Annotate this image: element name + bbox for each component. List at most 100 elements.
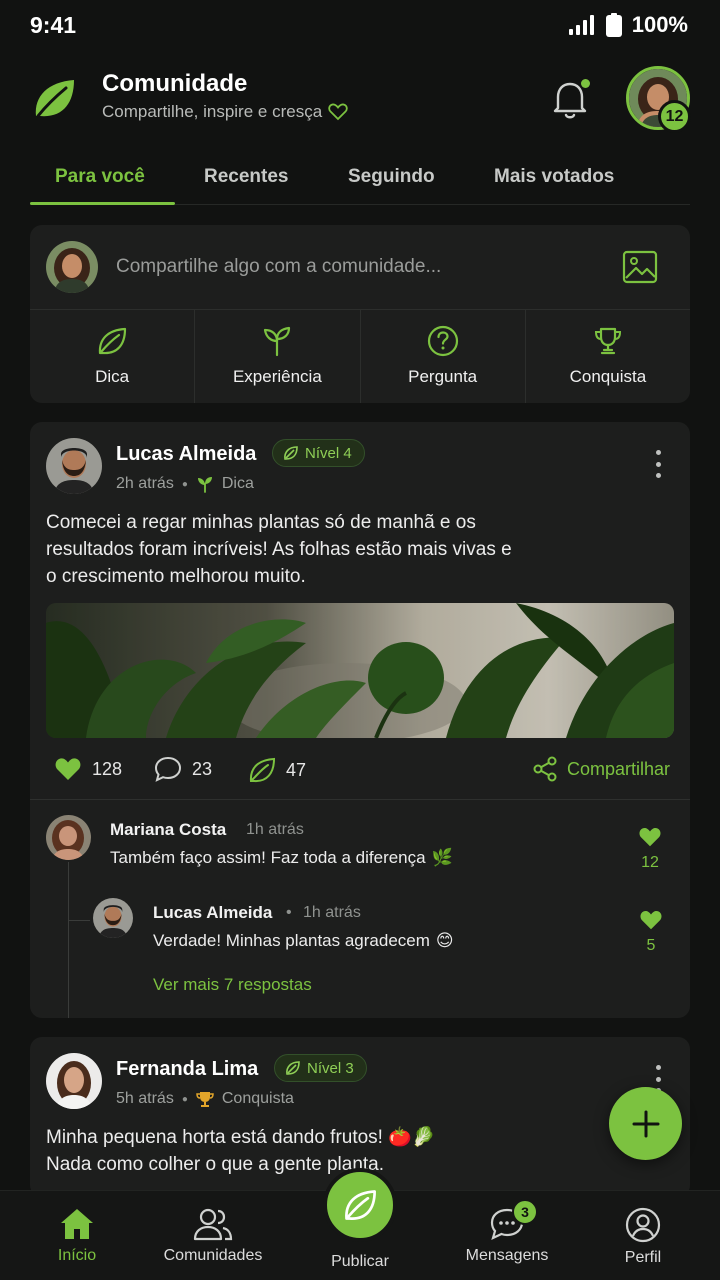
- action-dica-button[interactable]: Dica: [30, 310, 196, 403]
- app-subtitle: Compartilhe, inspire e cresça: [102, 102, 348, 122]
- action-experiencia-label: Experiência: [232, 367, 322, 386]
- tabs-divider: [175, 204, 690, 205]
- reply-avatar[interactable]: [93, 898, 133, 938]
- post-meta: 2h atrás ● Dica: [116, 475, 254, 493]
- nav-comunidades-label: Comunidades: [163, 1247, 263, 1264]
- more-options-button[interactable]: [650, 450, 666, 478]
- signal-icon: [568, 15, 594, 35]
- users-icon: [193, 1208, 233, 1241]
- leaf-badge-icon: [284, 446, 298, 460]
- notification-dot: [581, 79, 590, 88]
- like-button[interactable]: 128: [54, 756, 122, 782]
- reply-like-count: 5: [646, 937, 656, 954]
- comment-text-body: Também faço assim! Faz toda a diferença: [110, 848, 426, 867]
- reply-separator: •: [286, 904, 292, 921]
- home-icon: [61, 1209, 93, 1239]
- thread-line: [68, 862, 69, 1018]
- comment-author[interactable]: Mariana Costa: [110, 820, 226, 840]
- reply-like-button[interactable]: 5: [636, 909, 666, 955]
- heart-outline-icon: [328, 103, 348, 121]
- post-author-avatar[interactable]: [46, 1053, 102, 1109]
- leaf-icon: [99, 327, 127, 355]
- status-bar: 9:41 100%: [0, 0, 720, 52]
- nav-inicio[interactable]: Início: [12, 1191, 142, 1280]
- leaf-badge-icon: [286, 1061, 300, 1075]
- more-replies-link[interactable]: Ver mais 7 respostas: [153, 975, 312, 995]
- trophy-icon: [594, 327, 621, 355]
- post-composer: Compartilhe algo com a comunidade... Dic…: [30, 225, 690, 403]
- post-stats: 128 23 47 Compartilhar: [46, 752, 674, 788]
- herb-emoji: 🌿: [431, 848, 453, 867]
- reply-author[interactable]: Lucas Almeida: [153, 903, 272, 923]
- new-post-fab[interactable]: [609, 1087, 682, 1160]
- nav-publicar-label: Publicar: [331, 1253, 389, 1270]
- plus-icon: [632, 1110, 659, 1137]
- sprout-small-icon: [197, 477, 212, 493]
- nav-perfil[interactable]: Perfil: [578, 1191, 708, 1280]
- share-label: Compartilhar: [566, 758, 670, 779]
- tab-para-voce[interactable]: Para você: [55, 166, 145, 188]
- tab-recentes[interactable]: Recentes: [204, 166, 289, 188]
- heart-filled-icon: [639, 827, 661, 847]
- like-count: 128: [92, 758, 123, 779]
- post-divider: [30, 799, 690, 800]
- post-image[interactable]: [46, 603, 674, 738]
- level-badge-text: Nível 4: [305, 444, 352, 462]
- leaf-count: 47: [286, 759, 307, 780]
- action-pergunta-label: Pergunta: [408, 367, 478, 386]
- composer-actions: Dica Experiência Pergunta Conquista: [30, 310, 690, 403]
- app-header: Comunidade Compartilhe, inspire e cresça…: [0, 60, 720, 140]
- smile-emoji: 😊: [435, 931, 454, 950]
- post-text-line-2: Nada como colher o que a gente planta.: [46, 1154, 385, 1175]
- sprout-icon: [264, 326, 291, 357]
- composer-input[interactable]: Compartilhe algo com a comunidade...: [116, 256, 441, 278]
- reply-time: 1h atrás: [303, 904, 361, 921]
- action-conquista-button[interactable]: Conquista: [526, 310, 690, 403]
- level-badge-text: Nível 3: [307, 1059, 354, 1077]
- app-subtitle-text: Compartilhe, inspire e cresça: [102, 102, 323, 121]
- nav-mensagens-label: Mensagens: [465, 1247, 549, 1264]
- comment-count: 23: [192, 758, 213, 779]
- tab-mais-votados[interactable]: Mais votados: [494, 166, 614, 188]
- reply-text-body: Verdade! Minhas plantas agradecem: [153, 931, 430, 950]
- commenter-avatar[interactable]: [46, 815, 91, 860]
- image-upload-icon[interactable]: [622, 249, 658, 285]
- post-author-avatar[interactable]: [46, 438, 102, 494]
- thread-branch: [68, 920, 90, 921]
- trophy-small-icon: [196, 1092, 214, 1107]
- status-indicators: 100%: [568, 12, 688, 38]
- heart-filled-icon: [640, 910, 662, 930]
- post-author-name[interactable]: Lucas Almeida: [116, 443, 256, 466]
- app-title: Comunidade: [102, 70, 248, 97]
- post-meta: 5h atrás ● Conquista: [116, 1090, 294, 1107]
- profile-icon: [625, 1207, 661, 1243]
- bottom-navigation: Início Comunidades Publicar Mensagens 3: [0, 1168, 720, 1280]
- action-conquista-label: Conquista: [569, 367, 647, 386]
- level-badge: Nível 4: [272, 439, 365, 467]
- tab-seguindo[interactable]: Seguindo: [348, 166, 435, 188]
- question-icon: [427, 325, 458, 357]
- user-level-badge: 12: [658, 100, 691, 133]
- leaf-logo-icon: [35, 80, 74, 118]
- action-experiencia-button[interactable]: Experiência: [195, 310, 361, 403]
- messages-badge: 3: [512, 1199, 538, 1225]
- post-time: 5h atrás: [116, 1090, 174, 1107]
- post-text: Minha pequena horta está dando frutos! 🍅…: [46, 1124, 606, 1178]
- post-author-name[interactable]: Fernanda Lima: [116, 1058, 258, 1081]
- nav-publicar[interactable]: Publicar: [295, 1191, 425, 1280]
- battery-icon: [605, 13, 622, 37]
- action-pergunta-button[interactable]: Pergunta: [361, 310, 526, 403]
- action-dica-label: Dica: [95, 367, 130, 386]
- nav-perfil-label: Perfil: [624, 1249, 662, 1266]
- leaf-react-button[interactable]: 47: [248, 756, 306, 784]
- composer-avatar: [46, 241, 98, 293]
- share-button[interactable]: Compartilhar: [533, 756, 670, 782]
- level-badge: Nível 3: [274, 1054, 367, 1082]
- feed-tabs: Para você Recentes Seguindo Mais votados: [30, 150, 690, 208]
- nav-comunidades[interactable]: Comunidades: [148, 1191, 278, 1280]
- post-category: Conquista: [221, 1090, 294, 1107]
- comment-time: 1h atrás: [246, 821, 304, 838]
- comment-button[interactable]: 23: [154, 756, 212, 782]
- comment-like-button[interactable]: 12: [635, 826, 665, 872]
- nav-mensagens[interactable]: Mensagens 3: [442, 1191, 572, 1280]
